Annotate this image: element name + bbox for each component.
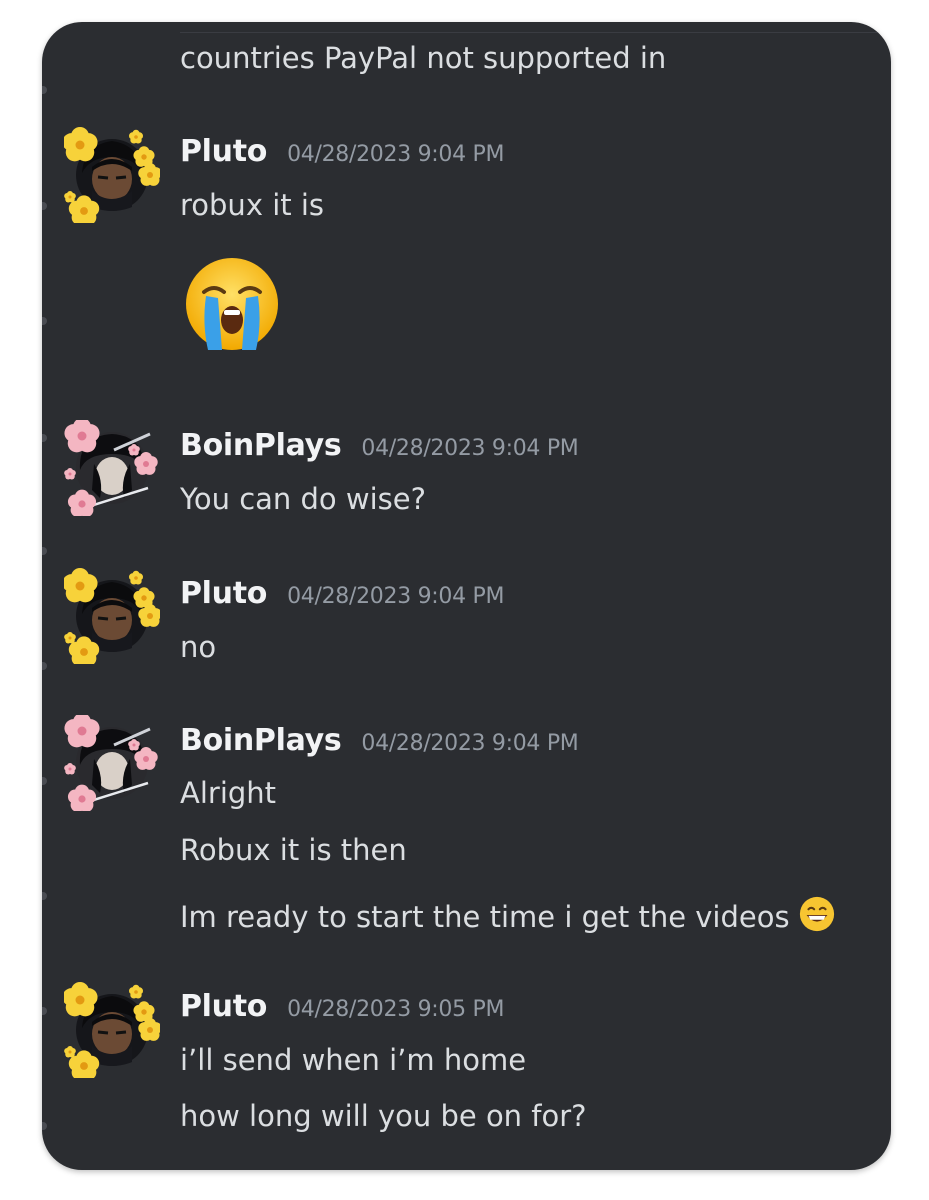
user-avatar[interactable] bbox=[64, 127, 160, 223]
timestamp: 04/28/2023 9:04 PM bbox=[287, 142, 505, 167]
message-text: Robux it is then bbox=[180, 833, 407, 867]
timestamp: 04/28/2023 9:04 PM bbox=[361, 731, 579, 756]
message-text: i’ll send when i’m home bbox=[180, 1043, 527, 1077]
avatar-icon bbox=[64, 982, 160, 1078]
message-header: BoinPlays 04/28/2023 9:04 PM bbox=[180, 428, 579, 468]
author-name[interactable]: BoinPlays bbox=[180, 723, 342, 758]
author-name[interactable]: Pluto bbox=[180, 576, 267, 611]
scroll-rail-dot bbox=[42, 317, 47, 325]
scroll-rail-dot bbox=[42, 777, 47, 785]
message-text: Im ready to start the time i get the vid… bbox=[180, 900, 790, 934]
user-avatar[interactable] bbox=[64, 420, 160, 516]
user-avatar[interactable] bbox=[64, 982, 160, 1078]
message-header: Pluto 04/28/2023 9:05 PM bbox=[180, 989, 504, 1029]
message-header: Pluto 04/28/2023 9:04 PM bbox=[180, 134, 504, 174]
message-header: BoinPlays 04/28/2023 9:04 PM bbox=[180, 723, 579, 763]
avatar-icon bbox=[64, 420, 160, 516]
user-avatar[interactable] bbox=[64, 715, 160, 811]
avatar-icon bbox=[64, 715, 160, 811]
loudly-crying-face-icon[interactable] bbox=[182, 254, 282, 354]
avatar-icon bbox=[64, 127, 160, 223]
author-name[interactable]: Pluto bbox=[180, 989, 267, 1024]
scroll-rail-dot bbox=[42, 202, 47, 210]
scroll-rail-dot bbox=[42, 1007, 47, 1015]
timestamp: 04/28/2023 9:05 PM bbox=[287, 997, 505, 1022]
message-header: Pluto 04/28/2023 9:04 PM bbox=[180, 576, 504, 616]
message-text: countries PayPal not supported in bbox=[180, 41, 667, 75]
scroll-rail-dot bbox=[42, 892, 47, 900]
message-text: Alright bbox=[180, 776, 277, 810]
timestamp: 04/28/2023 9:04 PM bbox=[361, 436, 579, 461]
divider bbox=[180, 32, 880, 33]
scroll-rail-dot bbox=[42, 86, 47, 94]
scroll-rail-dot bbox=[42, 1122, 47, 1130]
message-text: no bbox=[180, 630, 217, 664]
timestamp: 04/28/2023 9:04 PM bbox=[287, 584, 505, 609]
avatar-icon bbox=[64, 568, 160, 664]
scroll-rail-dot bbox=[42, 662, 47, 670]
chat-panel: countries PayPal not supported in Pluto … bbox=[42, 22, 891, 1170]
author-name[interactable]: BoinPlays bbox=[180, 428, 342, 463]
grinning-face-icon[interactable] bbox=[798, 895, 836, 933]
message-line: Im ready to start the time i get the vid… bbox=[180, 895, 836, 935]
author-name[interactable]: Pluto bbox=[180, 134, 267, 169]
scroll-rail-dot bbox=[42, 547, 47, 555]
user-avatar[interactable] bbox=[64, 568, 160, 664]
message-text: You can do wise? bbox=[180, 482, 427, 516]
message-text: how long will you be on for? bbox=[180, 1099, 587, 1133]
scroll-rail-dot bbox=[42, 434, 47, 442]
message-text: robux it is bbox=[180, 188, 325, 222]
